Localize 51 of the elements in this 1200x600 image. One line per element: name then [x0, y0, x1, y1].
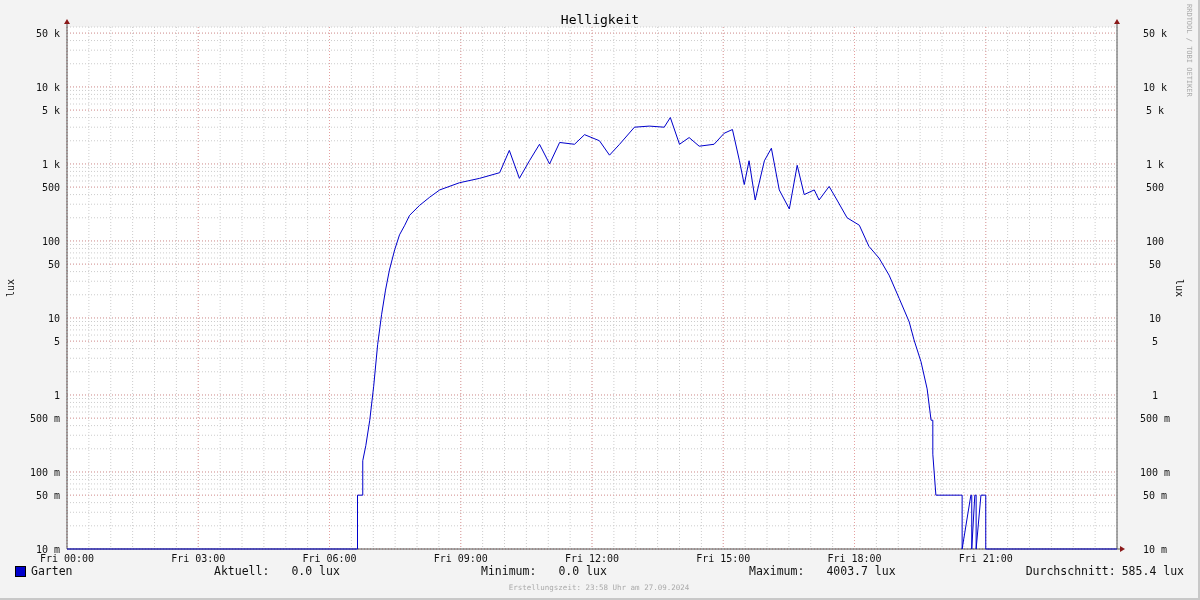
y-tick-label: 10 m — [1142, 544, 1168, 555]
stat-value: 0.0 lux — [291, 564, 340, 578]
y-tick-label: 5 k — [1145, 105, 1165, 117]
y-tick-label: 50 m — [35, 490, 60, 502]
stat-label: Minimum: — [481, 564, 537, 578]
y-tick-label: 5 — [1152, 336, 1158, 348]
x-tick-label: Fri 12:00 — [564, 553, 620, 562]
chart-title: Helligkeit — [560, 12, 640, 27]
y-tick-label: 50 m — [1142, 490, 1168, 502]
stat-label: Maximum: — [749, 564, 805, 578]
y-tick-label: 500 — [1145, 182, 1165, 194]
x-tick-label: Fri 15:00 — [696, 553, 751, 562]
y-tick-label: 10 m — [35, 544, 60, 555]
y-tick-label: 10 k — [1142, 81, 1168, 93]
axis-arrow-icon — [1114, 19, 1120, 24]
y-tick-label: 50 k — [35, 28, 60, 40]
y-axis-label: lux — [5, 278, 16, 298]
y-axis-label: lux — [1174, 278, 1185, 298]
y-tick-label: 50 — [47, 259, 60, 271]
y-tick-label: 500 — [41, 182, 60, 194]
y-tick-label: 100 — [41, 235, 60, 247]
y-tick-label: 100 m — [29, 467, 60, 478]
y-tick-label: 10 — [47, 312, 60, 324]
stat-value: 0.0 lux — [558, 564, 607, 578]
y-tick-label: 1 — [1152, 390, 1158, 401]
x-tick-label: Fri 06:00 — [302, 553, 357, 562]
y-tick-label: 1 k — [41, 158, 60, 170]
y-tick-label: 100 m — [1139, 467, 1171, 478]
stat-value: 585.4 lux — [1121, 564, 1184, 578]
y-tick-label: 1 — [53, 390, 60, 401]
x-tick-label: Fri 03:00 — [171, 553, 226, 562]
y-tick-label: 500 m — [1139, 413, 1171, 425]
stat-value: 4003.7 lux — [826, 564, 896, 578]
y-tick-label: 1 k — [1145, 158, 1165, 170]
y-tick-label: 50 k — [1142, 28, 1168, 40]
y-tick-label: 5 k — [41, 105, 60, 117]
x-tick-label: Fri 00:00 — [39, 553, 95, 562]
legend-series-name: Garten — [31, 564, 73, 578]
axis-arrow-icon — [64, 19, 70, 24]
x-tick-label: Fri 18:00 — [827, 553, 882, 562]
y-tick-label: 10 — [1149, 312, 1161, 324]
y-tick-label: 500 m — [29, 413, 60, 425]
stat-label: Durchschnitt: — [1025, 564, 1116, 578]
y-tick-label: 50 — [1149, 259, 1161, 271]
y-tick-label: 100 — [1145, 235, 1165, 247]
stat-label: Aktuell: — [214, 564, 270, 578]
x-tick-label: Fri 21:00 — [958, 553, 1013, 562]
y-tick-label: 10 k — [35, 81, 60, 93]
axis-arrow-icon — [1120, 546, 1125, 552]
x-tick-label: Fri 09:00 — [433, 553, 488, 562]
y-tick-label: 5 — [53, 336, 60, 348]
